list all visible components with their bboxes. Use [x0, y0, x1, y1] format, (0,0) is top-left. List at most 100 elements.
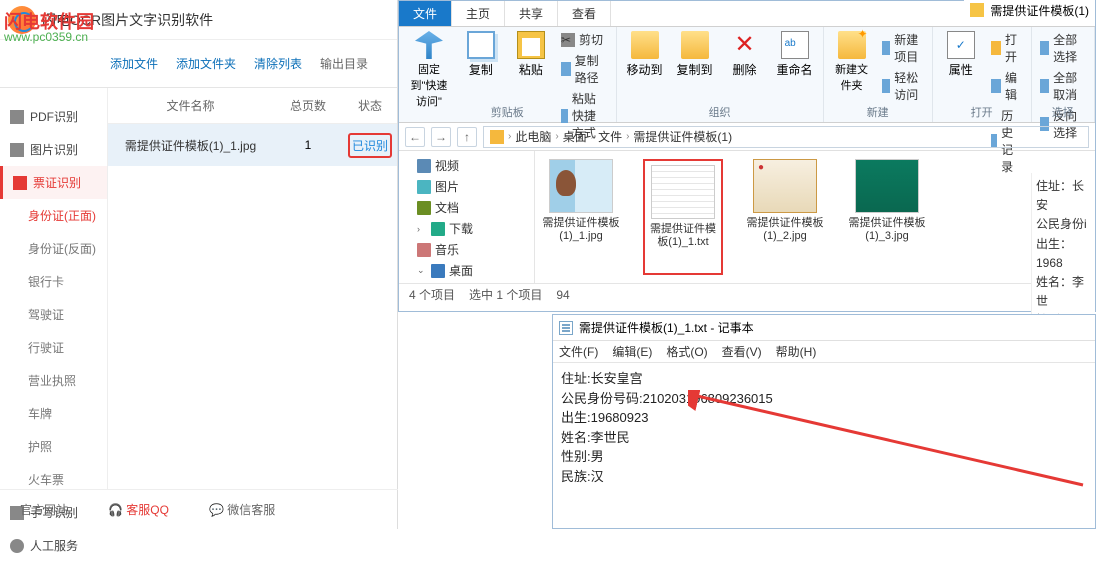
sidebar-sub-bizlic[interactable]: 营业执照 — [0, 364, 107, 397]
file-name-label: 需提供证件模板(1)_2.jpg — [745, 217, 825, 243]
nav-forward-button[interactable]: → — [431, 127, 451, 147]
sidebar-sub-passport[interactable]: 护照 — [0, 430, 107, 463]
add-file-button[interactable]: 添加文件 — [110, 55, 158, 72]
sidebar-sub-id-back[interactable]: 身份证(反面) — [0, 232, 107, 265]
tab-home[interactable]: 主页 — [452, 1, 505, 26]
nav-up-button[interactable]: ↑ — [457, 127, 477, 147]
tree-documents[interactable]: 文档 — [399, 197, 534, 218]
copy-to-icon — [681, 31, 709, 59]
menu-format[interactable]: 格式(O) — [666, 343, 707, 360]
menu-help[interactable]: 帮助(H) — [776, 343, 817, 360]
copy-button[interactable]: 复制 — [461, 31, 501, 78]
move-to-button[interactable]: 移动到 — [625, 31, 665, 78]
status-size: 94 — [556, 288, 569, 302]
sidebar-item-service[interactable]: 人工服务 — [0, 529, 107, 562]
tree-fs[interactable]: FS — [399, 281, 534, 283]
thumbnail-id-back — [753, 159, 817, 213]
col-pages[interactable]: 总页数 — [273, 97, 343, 114]
cut-button[interactable]: ✂剪切 — [561, 31, 608, 48]
col-status[interactable]: 状态 — [343, 97, 397, 114]
ocr-file-list: 文件名称 总页数 状态 需提供证件模板(1)_1.jpg 1 已识别 — [108, 88, 397, 489]
pin-quick-access-button[interactable]: 固定到"快速访问" — [407, 31, 451, 109]
cell-pages: 1 — [273, 138, 343, 152]
properties-button[interactable]: 属性 — [941, 31, 981, 78]
thumbnail-card — [855, 159, 919, 213]
notepad-content[interactable]: 住址:长安皇宫 公民身份号码:210203196809236015 出生:196… — [553, 363, 1095, 492]
add-folder-button[interactable]: 添加文件夹 — [176, 55, 236, 72]
status-badge-recognized[interactable]: 已识别 — [348, 133, 392, 158]
new-folder-icon — [838, 31, 866, 59]
paste-button[interactable]: 粘贴 — [511, 31, 551, 78]
explorer-status-bar: 4 个项目 选中 1 个项目 94 — [399, 283, 1095, 305]
file-item-txt[interactable]: 需提供证件模板(1)_1.txt — [643, 159, 723, 275]
easy-access-button[interactable]: 轻松访问 — [882, 69, 924, 103]
output-dir-label: 输出目录 — [320, 55, 368, 72]
menu-view[interactable]: 查看(V) — [722, 343, 762, 360]
notepad-title-bar[interactable]: 需提供证件模板(1)_1.txt - 记事本 — [553, 315, 1095, 341]
picture-icon — [417, 180, 431, 194]
pdf-icon — [10, 110, 24, 124]
ocr-toolbar: 添加文件 添加文件夹 清除列表 输出目录 — [0, 40, 397, 88]
tree-desktop[interactable]: ⌄桌面 — [399, 260, 534, 281]
ocr-columns-header: 文件名称 总页数 状态 — [108, 88, 397, 124]
notepad-title: 需提供证件模板(1)_1.txt - 记事本 — [579, 319, 754, 336]
folder-tree: 视频 图片 文档 ›下载 音乐 ⌄桌面 FS MyEditor watermar… — [399, 151, 535, 283]
sidebar-item-pdf[interactable]: PDF识别 — [0, 100, 107, 133]
footer-site-link[interactable]: 官方网站 — [20, 501, 68, 518]
breadcrumb-files[interactable]: 文件 — [598, 128, 622, 145]
nav-back-button[interactable]: ← — [405, 127, 425, 147]
group-open-label: 打开 — [941, 104, 1023, 120]
open-icon — [991, 41, 1001, 55]
footer-qq-link[interactable]: 🎧 客服QQ — [108, 501, 169, 518]
sidebar-sub-plate[interactable]: 车牌 — [0, 397, 107, 430]
file-row[interactable]: 需提供证件模板(1)_1.jpg 1 已识别 — [108, 124, 397, 166]
copy-path-button[interactable]: 复制路径 — [561, 52, 608, 86]
group-clipboard-label: 剪贴板 — [407, 104, 608, 120]
select-all-button[interactable]: 全部选择 — [1040, 31, 1086, 65]
address-bar[interactable]: › 此电脑› 桌面› 文件› 需提供证件模板(1) — [483, 126, 1089, 148]
sidebar-sub-drive[interactable]: 驾驶证 — [0, 298, 107, 331]
notepad-icon — [559, 321, 573, 335]
tree-pictures[interactable]: 图片 — [399, 176, 534, 197]
edit-button[interactable]: 编辑 — [991, 69, 1023, 103]
file-item-jpg3[interactable]: 需提供证件模板(1)_3.jpg — [847, 159, 927, 275]
tree-music[interactable]: 音乐 — [399, 239, 534, 260]
menu-file[interactable]: 文件(F) — [559, 343, 598, 360]
open-button[interactable]: 打开 — [991, 31, 1023, 65]
new-item-button[interactable]: 新建项目 — [882, 31, 924, 65]
sidebar-sub-id-front[interactable]: 身份证(正面) — [0, 199, 107, 232]
rename-button[interactable]: 重命名 — [775, 31, 815, 78]
image-icon — [10, 143, 24, 157]
select-none-button[interactable]: 全部取消 — [1040, 69, 1086, 103]
breadcrumb-pc[interactable]: 此电脑 — [515, 128, 551, 145]
sidebar-sub-vehicle[interactable]: 行驶证 — [0, 331, 107, 364]
explorer-title-bar: 需提供证件模板(1) — [964, 0, 1095, 20]
desktop-icon — [431, 264, 445, 278]
tab-share[interactable]: 共享 — [505, 1, 558, 26]
sidebar-item-ticket[interactable]: 票证识别 — [0, 166, 107, 199]
file-explorer-window: 需提供证件模板(1) 文件 主页 共享 查看 固定到"快速访问" 复制 粘贴 ✂… — [398, 0, 1096, 312]
delete-button[interactable]: ✕删除 — [725, 31, 765, 78]
file-name-label: 需提供证件模板(1)_3.jpg — [847, 217, 927, 243]
clear-list-button[interactable]: 清除列表 — [254, 55, 302, 72]
col-filename[interactable]: 文件名称 — [108, 97, 273, 114]
copy-to-button[interactable]: 复制到 — [675, 31, 715, 78]
tree-video[interactable]: 视频 — [399, 155, 534, 176]
new-folder-button[interactable]: 新建文件夹 — [832, 31, 872, 93]
file-pane[interactable]: 需提供证件模板(1)_1.jpg 需提供证件模板(1)_1.txt 需提供证件模… — [535, 151, 1095, 283]
ocr-logo-icon — [8, 6, 36, 34]
file-item-jpg2[interactable]: 需提供证件模板(1)_2.jpg — [745, 159, 825, 275]
breadcrumb-desktop[interactable]: 桌面 — [563, 128, 587, 145]
file-item-jpg1[interactable]: 需提供证件模板(1)_1.jpg — [541, 159, 621, 275]
edit-icon — [991, 79, 1001, 93]
video-icon — [417, 159, 431, 173]
footer-wechat-link[interactable]: 💬 微信客服 — [209, 501, 275, 518]
tab-file[interactable]: 文件 — [399, 1, 452, 26]
sidebar-sub-bank[interactable]: 银行卡 — [0, 265, 107, 298]
notepad-menu-bar: 文件(F) 编辑(E) 格式(O) 查看(V) 帮助(H) — [553, 341, 1095, 363]
sidebar-item-image[interactable]: 图片识别 — [0, 133, 107, 166]
menu-edit[interactable]: 编辑(E) — [612, 343, 652, 360]
tree-downloads[interactable]: ›下载 — [399, 218, 534, 239]
breadcrumb-folder[interactable]: 需提供证件模板(1) — [633, 128, 732, 145]
tab-view[interactable]: 查看 — [558, 1, 611, 26]
